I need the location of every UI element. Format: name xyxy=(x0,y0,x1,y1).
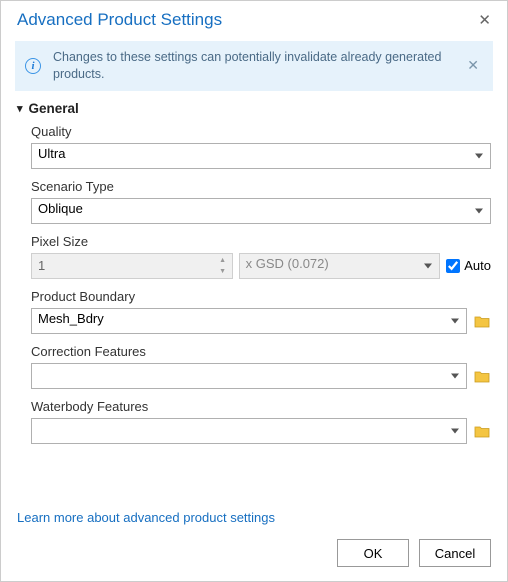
quality-select[interactable]: Ultra xyxy=(31,143,491,169)
boundary-folder-icon[interactable] xyxy=(473,314,491,328)
correction-folder-icon[interactable] xyxy=(473,369,491,383)
product-boundary-select[interactable]: Mesh_Bdry xyxy=(31,308,467,334)
auto-checkbox-label: Auto xyxy=(464,258,491,273)
info-banner-text: Changes to these settings can potentiall… xyxy=(53,49,451,83)
pixel-size-input xyxy=(31,253,233,279)
quality-label: Quality xyxy=(31,124,491,139)
pixel-size-label: Pixel Size xyxy=(31,234,491,249)
spinner-up-icon: ▲ xyxy=(215,255,231,266)
spinner-buttons: ▲ ▼ xyxy=(215,255,231,277)
button-row: OK Cancel xyxy=(17,539,491,567)
ok-button[interactable]: OK xyxy=(337,539,409,567)
scenario-type-label: Scenario Type xyxy=(31,179,491,194)
dialog-titlebar: Advanced Product Settings ✕ xyxy=(1,1,507,37)
info-banner: i Changes to these settings can potentia… xyxy=(15,41,493,91)
advanced-product-settings-dialog: Advanced Product Settings ✕ i Changes to… xyxy=(0,0,508,582)
general-section-header[interactable]: ▾ General xyxy=(17,101,491,116)
learn-more-link[interactable]: Learn more about advanced product settin… xyxy=(17,510,275,525)
cancel-button[interactable]: Cancel xyxy=(419,539,491,567)
gsd-select: x GSD (0.072) xyxy=(239,253,441,279)
chevron-down-icon: ▾ xyxy=(17,102,23,115)
dialog-content: ▾ General Quality Ultra Scenario Type Ob… xyxy=(1,101,507,497)
product-boundary-label: Product Boundary xyxy=(31,289,491,304)
spinner-down-icon: ▼ xyxy=(215,266,231,277)
waterbody-features-select[interactable] xyxy=(31,418,467,444)
dialog-title: Advanced Product Settings xyxy=(17,10,222,30)
waterbody-folder-icon[interactable] xyxy=(473,424,491,438)
correction-features-field: Correction Features xyxy=(31,344,491,389)
info-icon: i xyxy=(25,58,41,74)
close-icon[interactable]: ✕ xyxy=(474,9,495,31)
section-label: General xyxy=(29,101,79,116)
quality-field: Quality Ultra xyxy=(31,124,491,169)
correction-features-select[interactable] xyxy=(31,363,467,389)
auto-checkbox[interactable] xyxy=(446,259,460,273)
correction-features-label: Correction Features xyxy=(31,344,491,359)
product-boundary-field: Product Boundary Mesh_Bdry xyxy=(31,289,491,334)
auto-checkbox-wrap[interactable]: Auto xyxy=(446,258,491,273)
banner-close-icon[interactable]: ✕ xyxy=(463,57,483,74)
waterbody-features-field: Waterbody Features xyxy=(31,399,491,444)
scenario-type-field: Scenario Type Oblique xyxy=(31,179,491,224)
scenario-type-select[interactable]: Oblique xyxy=(31,198,491,224)
pixel-size-field: Pixel Size ▲ ▼ x GSD (0.072) Auto xyxy=(31,234,491,279)
waterbody-features-label: Waterbody Features xyxy=(31,399,491,414)
dialog-footer: Learn more about advanced product settin… xyxy=(1,497,507,581)
